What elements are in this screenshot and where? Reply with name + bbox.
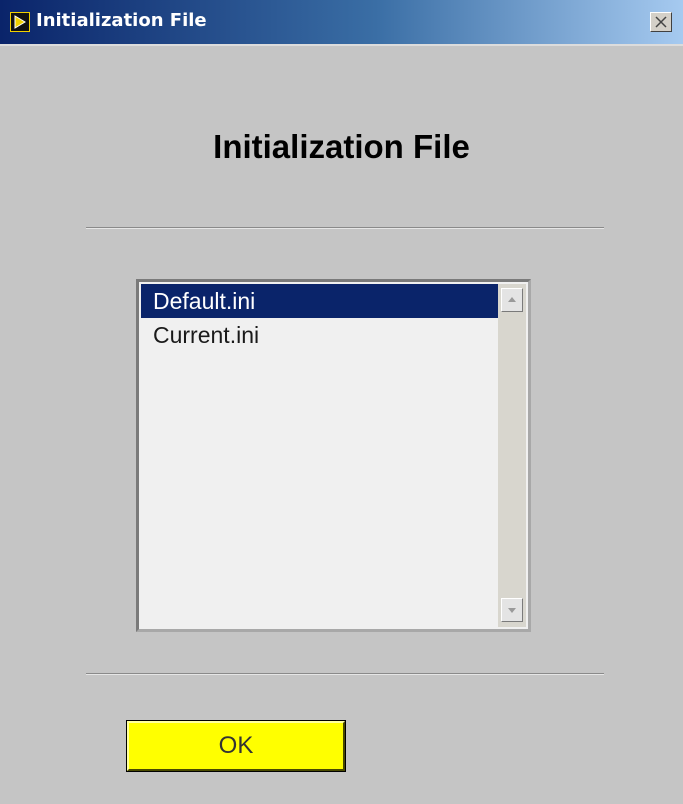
file-list: Default.ini Current.ini — [141, 284, 498, 627]
top-divider — [86, 227, 604, 229]
window-title: Initialization File — [36, 10, 207, 31]
ok-button[interactable]: OK — [126, 720, 346, 772]
list-item-default-ini[interactable]: Default.ini — [141, 284, 498, 318]
title-bar[interactable]: Initialization File — [0, 0, 683, 44]
labview-run-arrow-icon — [10, 12, 30, 32]
list-item-current-ini[interactable]: Current.ini — [141, 318, 498, 352]
dialog-window: Initialization File Initialization File … — [0, 0, 683, 804]
bottom-divider — [86, 673, 604, 675]
vertical-scrollbar[interactable] — [498, 284, 526, 627]
file-listbox[interactable]: Default.ini Current.ini — [136, 279, 531, 632]
page-title: Initialization File — [213, 128, 470, 165]
scroll-up-arrow-icon[interactable] — [501, 288, 523, 312]
scroll-down-arrow-icon[interactable] — [501, 598, 523, 622]
close-icon[interactable] — [650, 12, 672, 32]
title-bar-border — [0, 44, 683, 46]
